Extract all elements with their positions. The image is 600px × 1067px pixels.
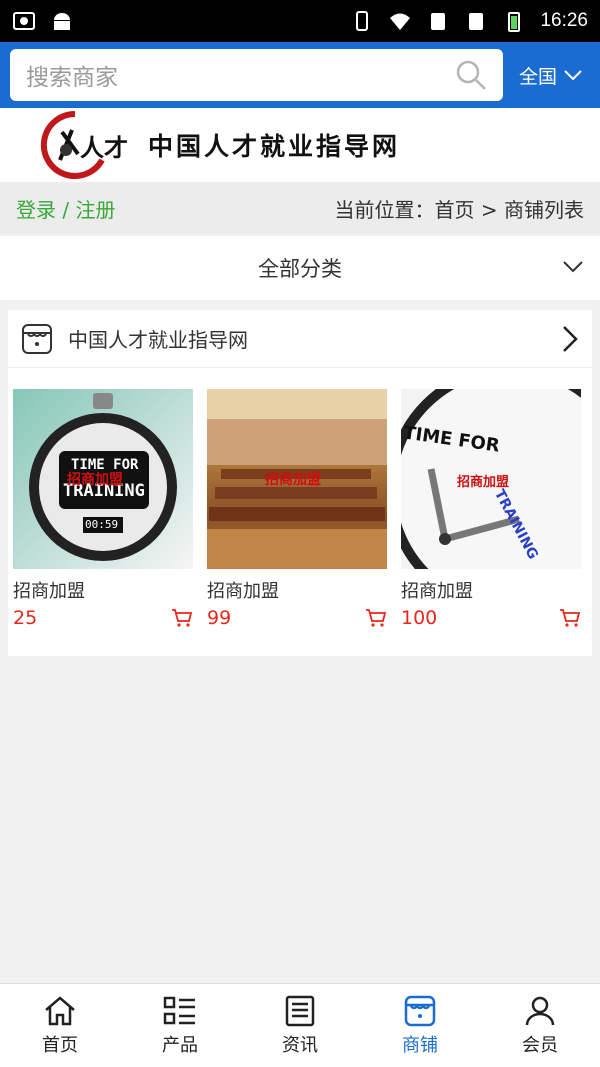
- chevron-down-icon: [563, 261, 583, 273]
- site-title: 中国人才就业指导网: [148, 132, 401, 161]
- bottom-nav: 首页 产品 资讯 商铺 会员: [0, 983, 600, 1067]
- tab-products[interactable]: 产品: [120, 984, 240, 1067]
- tab-label: 资讯: [282, 1034, 318, 1056]
- tab-news[interactable]: 资讯: [240, 984, 360, 1067]
- android-icon: [54, 13, 70, 30]
- site-logo[interactable]: 人才: [40, 108, 150, 182]
- region-selector[interactable]: 全国: [519, 62, 583, 89]
- search-icon[interactable]: [455, 59, 487, 91]
- logo-text: 人才: [80, 133, 128, 162]
- sim2-icon: [469, 13, 484, 30]
- product-name: 招商加盟: [13, 581, 85, 602]
- category-selector[interactable]: 全部分类: [0, 236, 600, 300]
- product-image-overlay: 招商加盟: [265, 472, 321, 488]
- wifi-icon: [390, 13, 411, 30]
- status-bar: 16:26: [0, 0, 600, 42]
- tab-label: 首页: [42, 1034, 78, 1056]
- product-name: 招商加盟: [401, 581, 473, 602]
- breadcrumb: 当前位置：首页 > 商铺列表: [334, 197, 584, 222]
- shop-header[interactable]: 中国人才就业指导网: [8, 310, 592, 368]
- chevron-right-icon[interactable]: [560, 324, 580, 354]
- screenshot-icon: [13, 12, 35, 30]
- tab-label: 产品: [162, 1034, 198, 1056]
- user-icon: [525, 996, 555, 1025]
- product-image-clock[interactable]: TIME FOR TRAINING 招商加盟: [401, 389, 581, 569]
- nav-row: 登录 / 注册 当前位置：首页 > 商铺列表: [0, 182, 600, 234]
- battery-icon: [508, 12, 521, 32]
- shop-icon: [404, 995, 436, 1026]
- product-card[interactable]: 招商加盟 招商加盟 99: [207, 389, 387, 629]
- region-label: 全国: [519, 65, 558, 88]
- news-icon: [285, 995, 315, 1026]
- search-input[interactable]: 搜索商家: [10, 49, 503, 101]
- product-price: 100: [401, 607, 438, 629]
- shop-card: 中国人才就业指导网 TIME FOR TRAINING 00:59 招商加盟 招…: [8, 310, 592, 656]
- product-image-overlay: 招商加盟: [67, 472, 123, 488]
- product-name: 招商加盟: [207, 581, 279, 602]
- product-list: TIME FOR TRAINING 00:59 招商加盟 招商加盟 25 招商加…: [8, 368, 592, 629]
- status-time: 16:26: [540, 10, 588, 31]
- product-image-overlay: 招商加盟: [457, 475, 510, 490]
- tab-member[interactable]: 会员: [480, 984, 600, 1067]
- product-price: 99: [207, 607, 232, 629]
- category-label: 全部分类: [258, 257, 342, 281]
- home-icon: [45, 995, 75, 1025]
- store-icon: [22, 323, 52, 354]
- product-image-stopwatch[interactable]: TIME FOR TRAINING 00:59 招商加盟: [13, 389, 193, 569]
- shop-name: 中国人才就业指导网: [68, 328, 248, 352]
- sim1-icon: [431, 13, 446, 30]
- product-image-conference-room[interactable]: 招商加盟: [207, 389, 387, 569]
- product-price: 25: [13, 607, 38, 629]
- cart-icon[interactable]: [559, 608, 581, 628]
- chevron-down-icon: [564, 70, 582, 81]
- tab-home[interactable]: 首页: [0, 984, 120, 1067]
- cart-icon[interactable]: [365, 608, 387, 628]
- search-header: 搜索商家 全国: [0, 42, 600, 108]
- site-banner: 人才 中国人才就业指导网: [0, 108, 600, 182]
- product-card[interactable]: TIME FOR TRAINING 招商加盟 招商加盟 100: [401, 389, 581, 629]
- list-icon: [163, 996, 195, 1024]
- tab-shops[interactable]: 商铺: [360, 984, 480, 1067]
- tab-label: 商铺: [402, 1034, 438, 1056]
- tab-label: 会员: [522, 1034, 558, 1056]
- login-register-link[interactable]: 登录 / 注册: [16, 194, 115, 223]
- vibrate-icon: [356, 11, 369, 31]
- search-placeholder: 搜索商家: [26, 65, 118, 91]
- cart-icon[interactable]: [171, 608, 193, 628]
- product-card[interactable]: TIME FOR TRAINING 00:59 招商加盟 招商加盟 25: [13, 389, 193, 629]
